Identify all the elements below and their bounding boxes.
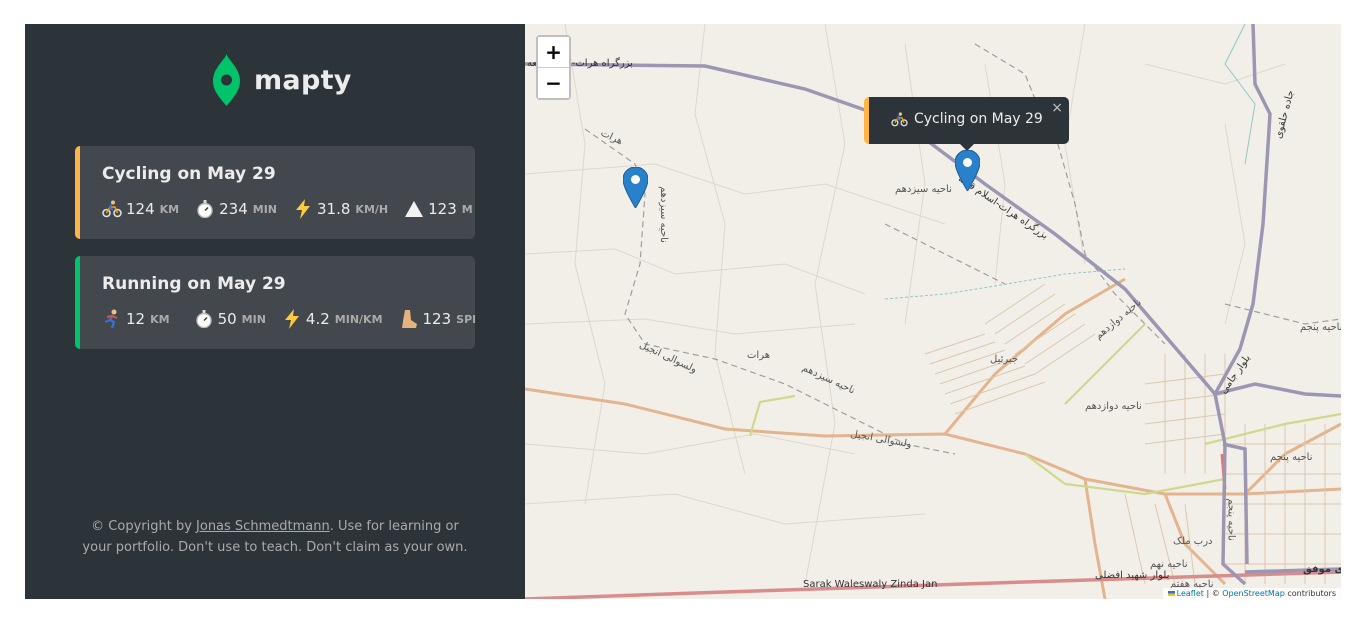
detail-value: 234 bbox=[219, 200, 248, 218]
workout-speed: 31.8 km/h bbox=[293, 199, 388, 219]
map-label-herat: هرات bbox=[747, 350, 770, 361]
workout-popup: Cycling on May 29 × bbox=[864, 97, 1069, 151]
sidebar: mapty Cycling on May 29 124 km bbox=[25, 24, 525, 599]
detail-unit: min/km bbox=[334, 312, 383, 326]
workout-card-running[interactable]: Running on May 29 12 km 50 m bbox=[75, 256, 475, 349]
logo: mapty bbox=[211, 54, 352, 106]
mountain-icon bbox=[404, 199, 424, 219]
detail-unit: km bbox=[150, 312, 170, 326]
map-attribution: Leaflet | © OpenStreetMap contributors bbox=[1162, 588, 1341, 599]
cyclist-icon bbox=[891, 111, 908, 127]
workout-details: 12 km 50 min 4.2 bbox=[102, 309, 475, 329]
workout-pace: 4.2 min/km bbox=[282, 309, 383, 329]
workout-duration: 234 min bbox=[195, 199, 277, 219]
map-pin-icon bbox=[622, 166, 649, 209]
lightning-icon bbox=[293, 199, 313, 219]
footprint-icon bbox=[399, 309, 419, 329]
attribution-separator: | © bbox=[1203, 589, 1223, 598]
popup-tip bbox=[959, 143, 975, 151]
map-label-jebrail: جبرئیل bbox=[990, 354, 1019, 365]
logo-text: mapty bbox=[254, 64, 352, 96]
workout-accent-bar bbox=[75, 256, 80, 349]
workout-elevation: 123 m bbox=[404, 199, 473, 219]
copyright-prefix: © Copyright by bbox=[91, 519, 192, 534]
zoom-in-button[interactable]: + bbox=[538, 37, 569, 68]
leaflet-link[interactable]: Leaflet bbox=[1177, 589, 1204, 598]
map-label-dar-malek: درب ملک bbox=[1173, 536, 1213, 547]
workout-card-cycling[interactable]: Cycling on May 29 124 km 234 bbox=[75, 146, 475, 239]
detail-value: 4.2 bbox=[305, 310, 330, 328]
author-link[interactable]: Jonas Schmedtmann bbox=[196, 519, 330, 534]
zoom-out-button[interactable]: − bbox=[538, 68, 569, 98]
copyright: © Copyright by Jonas Schmedtmann. Use fo… bbox=[75, 516, 475, 558]
detail-unit: m bbox=[461, 202, 473, 216]
detail-value: 123 bbox=[422, 310, 452, 328]
osm-link[interactable]: OpenStreetMap bbox=[1222, 589, 1285, 598]
workout-list: Cycling on May 29 124 km 234 bbox=[75, 146, 475, 366]
runner-icon bbox=[102, 309, 122, 329]
map-pin-icon bbox=[954, 149, 981, 192]
app: mapty Cycling on May 29 124 km bbox=[25, 24, 1341, 599]
detail-unit: km bbox=[159, 202, 180, 216]
map-label-movafaq: ی موفق bbox=[1303, 564, 1341, 575]
map-label-district: ناحیه پنجم bbox=[1270, 452, 1313, 463]
map-label-district: ناحیه پنجم bbox=[1225, 498, 1237, 541]
detail-unit: spm bbox=[456, 312, 475, 326]
flag-icon bbox=[1167, 591, 1175, 596]
map-marker-cycling[interactable] bbox=[954, 149, 981, 195]
map[interactable]: بزرگراه هرات-اسلام قلعه بزرگراه هرات-اسل… bbox=[525, 24, 1341, 599]
popup-close-button[interactable]: × bbox=[1051, 100, 1063, 116]
map-pin-logo-icon bbox=[213, 54, 240, 106]
map-label-afzali: بلوار شهید افضلی bbox=[1095, 570, 1170, 581]
detail-unit: min bbox=[252, 202, 278, 216]
workout-distance: 124 km bbox=[102, 199, 179, 219]
map-label-district: ناحیه دوازدهم bbox=[1085, 401, 1142, 412]
detail-unit: min bbox=[241, 312, 266, 326]
lightning-icon bbox=[282, 309, 302, 329]
workout-title: Running on May 29 bbox=[102, 274, 286, 294]
detail-value: 50 bbox=[217, 310, 237, 328]
stopwatch-icon bbox=[195, 199, 215, 219]
zoom-control: + − bbox=[536, 35, 571, 100]
workout-distance: 12 km bbox=[102, 309, 170, 329]
workout-title: Cycling on May 29 bbox=[102, 164, 276, 184]
detail-value: 124 bbox=[126, 200, 155, 218]
detail-unit: km/h bbox=[355, 202, 389, 216]
cyclist-icon bbox=[102, 199, 122, 219]
map-marker-running[interactable] bbox=[622, 166, 649, 212]
workout-accent-bar bbox=[75, 146, 80, 239]
attribution-suffix: contributors bbox=[1284, 589, 1336, 598]
stopwatch-icon bbox=[194, 309, 214, 329]
workout-duration: 50 min bbox=[194, 309, 266, 329]
map-label-sarak: Sarak Waleswaly Zinda Jan bbox=[803, 579, 938, 590]
detail-value: 123 bbox=[428, 200, 457, 218]
map-label-district: ناحیه سیزدهم bbox=[657, 186, 669, 243]
detail-value: 31.8 bbox=[317, 200, 351, 218]
detail-value: 12 bbox=[126, 310, 146, 328]
map-label-district: ناحیه سیزدهم bbox=[895, 184, 952, 195]
workout-cadence: 123 spm bbox=[399, 309, 475, 329]
popup-text: Cycling on May 29 bbox=[914, 111, 1043, 127]
workout-details: 124 km 234 min 31.8 bbox=[102, 199, 475, 219]
map-label-district: ناحیه نهم bbox=[1150, 559, 1188, 570]
popup-content: Cycling on May 29 bbox=[891, 111, 1043, 127]
map-label-district: ناحیه پنجم bbox=[1300, 322, 1341, 333]
